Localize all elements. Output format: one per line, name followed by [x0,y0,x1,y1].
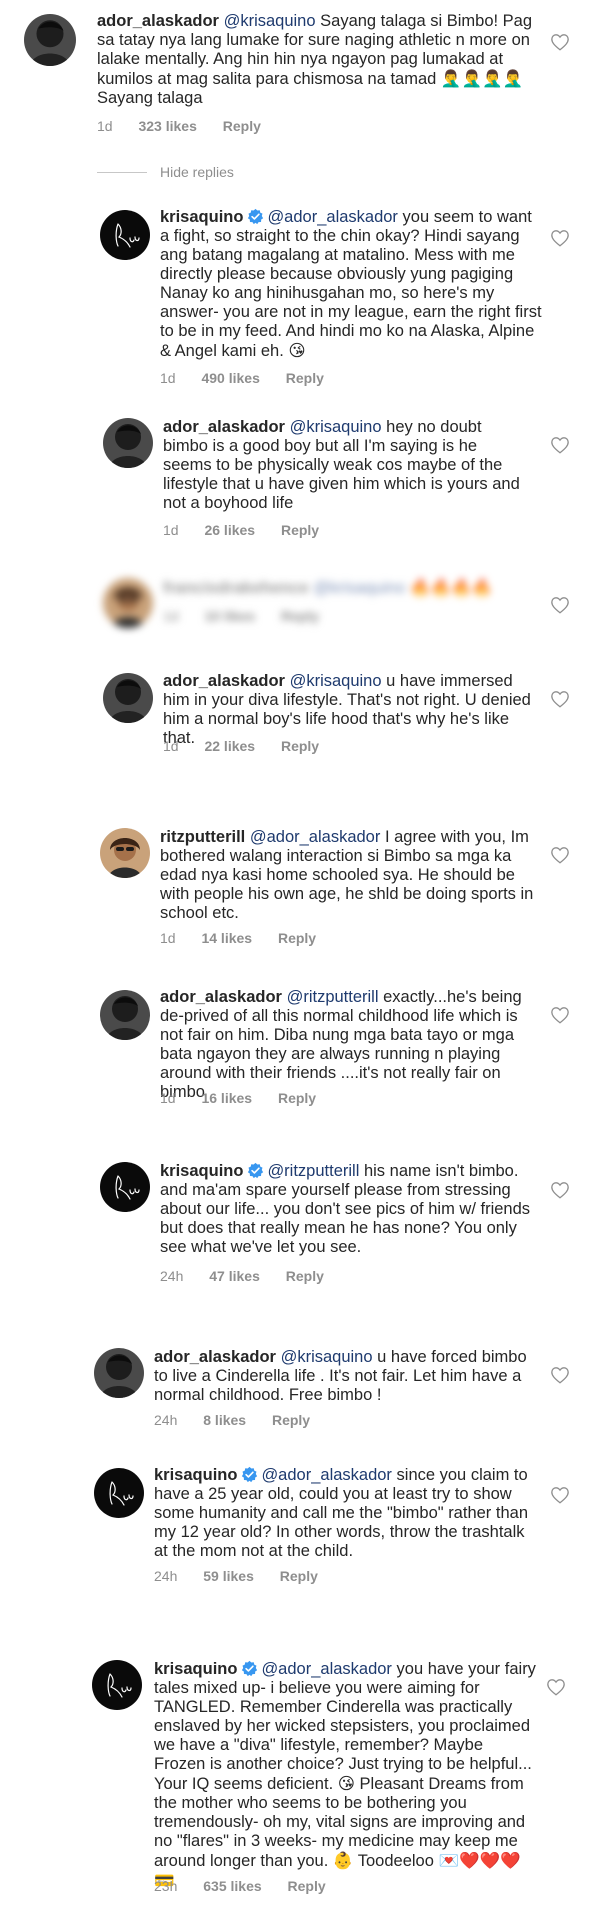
reply-button[interactable]: Reply [281,522,319,538]
timestamp: 1d [97,118,113,134]
heart-outline-icon[interactable] [550,436,570,454]
avatar[interactable] [94,1468,144,1518]
comment-emoji: 🤦‍♂️🤦‍♂️🤦‍♂️🤦‍♂️ [440,69,524,88]
avatar[interactable] [92,1660,142,1710]
comment-text-end: Sayang talaga [97,89,203,107]
heart-outline-icon[interactable] [550,229,570,247]
comment-emoji: 🔥🔥🔥🔥 [409,578,493,597]
avatar[interactable] [24,14,76,66]
username[interactable]: krisaquino [160,208,243,226]
mention-link[interactable]: @ritzputterill [287,988,379,1006]
timestamp: 1d [163,608,179,624]
heart-outline-icon[interactable] [550,33,570,51]
heart-outline-icon[interactable] [546,1678,566,1696]
heart-outline-icon[interactable] [550,1006,570,1024]
verified-badge-icon [247,208,264,225]
likes-count[interactable]: 26 likes [204,522,255,538]
comment-emoji: 😘 [337,1774,355,1793]
mention-link[interactable]: @krisaquino [313,579,405,597]
reply-button[interactable]: Reply [278,1090,316,1106]
timestamp: 24h [154,1568,178,1584]
heart-outline-icon[interactable] [550,596,570,614]
comment-text: you seem to want a fight, so straight to… [160,208,542,360]
username[interactable]: krisaquino [154,1660,237,1678]
username[interactable]: ador_alaskador [160,988,282,1006]
avatar[interactable] [103,418,153,468]
mention-link[interactable]: @ador_alaskador [261,1466,392,1484]
mention-link[interactable]: @krisaquino [290,672,382,690]
timestamp: 1d [163,738,179,754]
avatar[interactable] [103,578,153,628]
mention-link[interactable]: @ador_alaskador [267,208,398,226]
timestamp: 24h [160,1268,184,1284]
heart-outline-icon[interactable] [550,690,570,708]
username[interactable]: ador_alaskador [163,672,285,690]
reply-button[interactable]: Reply [286,370,324,386]
likes-count[interactable]: 635 likes [203,1878,261,1894]
avatar[interactable] [103,673,153,723]
avatar[interactable] [94,1348,144,1398]
verified-badge-icon [241,1660,258,1677]
username[interactable]: ador_alaskador [154,1348,276,1366]
verified-badge-icon [241,1466,258,1483]
mention-link[interactable]: @ador_alaskador [250,828,381,846]
avatar[interactable] [100,828,150,878]
likes-count[interactable]: 10 likes [204,608,255,624]
mention-link[interactable]: @krisaquino [290,418,382,436]
username[interactable]: ritzputterill [160,828,245,846]
likes-count[interactable]: 14 likes [201,930,252,946]
reply-button[interactable]: Reply [286,1268,324,1284]
comment-text-end: Toodeeloo [357,1852,434,1870]
timestamp: 1d [163,522,179,538]
hide-replies-divider [97,172,147,173]
reply-button[interactable]: Reply [278,930,316,946]
reply-button[interactable]: Reply [281,738,319,754]
likes-count[interactable]: 47 likes [209,1268,260,1284]
heart-outline-icon[interactable] [550,1181,570,1199]
likes-count[interactable]: 490 likes [201,370,259,386]
reply-button[interactable]: Reply [272,1412,310,1428]
username[interactable]: francisdrakehence [163,579,309,597]
likes-count[interactable]: 59 likes [203,1568,254,1584]
timestamp: 23h [154,1878,178,1894]
heart-outline-icon[interactable] [550,846,570,864]
timestamp: 1d [160,370,176,386]
username[interactable]: ador_alaskador [163,418,285,436]
timestamp: 1d [160,1090,176,1106]
reply-button[interactable]: Reply [280,1568,318,1584]
likes-count[interactable]: 22 likes [204,738,255,754]
username[interactable]: krisaquino [160,1162,243,1180]
avatar[interactable] [100,210,150,260]
likes-count[interactable]: 16 likes [201,1090,252,1106]
mention-link[interactable]: @ritzputterill [267,1162,359,1180]
username[interactable]: ador_alaskador [97,12,219,30]
comment-emoji: 😘 [288,341,306,360]
reply-button[interactable]: Reply [223,118,261,134]
likes-count[interactable]: 8 likes [203,1412,246,1428]
likes-count[interactable]: 323 likes [138,118,196,134]
username[interactable]: krisaquino [154,1466,237,1484]
timestamp: 24h [154,1412,178,1428]
heart-outline-icon[interactable] [550,1366,570,1384]
hide-replies-button[interactable]: Hide replies [160,164,234,180]
reply-button[interactable]: Reply [281,608,319,624]
reply-button[interactable]: Reply [288,1878,326,1894]
comment-emoji-end: 👶 [332,1851,354,1870]
avatar[interactable] [100,990,150,1040]
timestamp: 1d [160,930,176,946]
verified-badge-icon [247,1162,264,1179]
mention-link[interactable]: @ador_alaskador [261,1660,392,1678]
avatar[interactable] [100,1162,150,1212]
mention-link[interactable]: @krisaquino [281,1348,373,1366]
heart-outline-icon[interactable] [550,1486,570,1504]
mention-link[interactable]: @krisaquino [224,12,316,30]
